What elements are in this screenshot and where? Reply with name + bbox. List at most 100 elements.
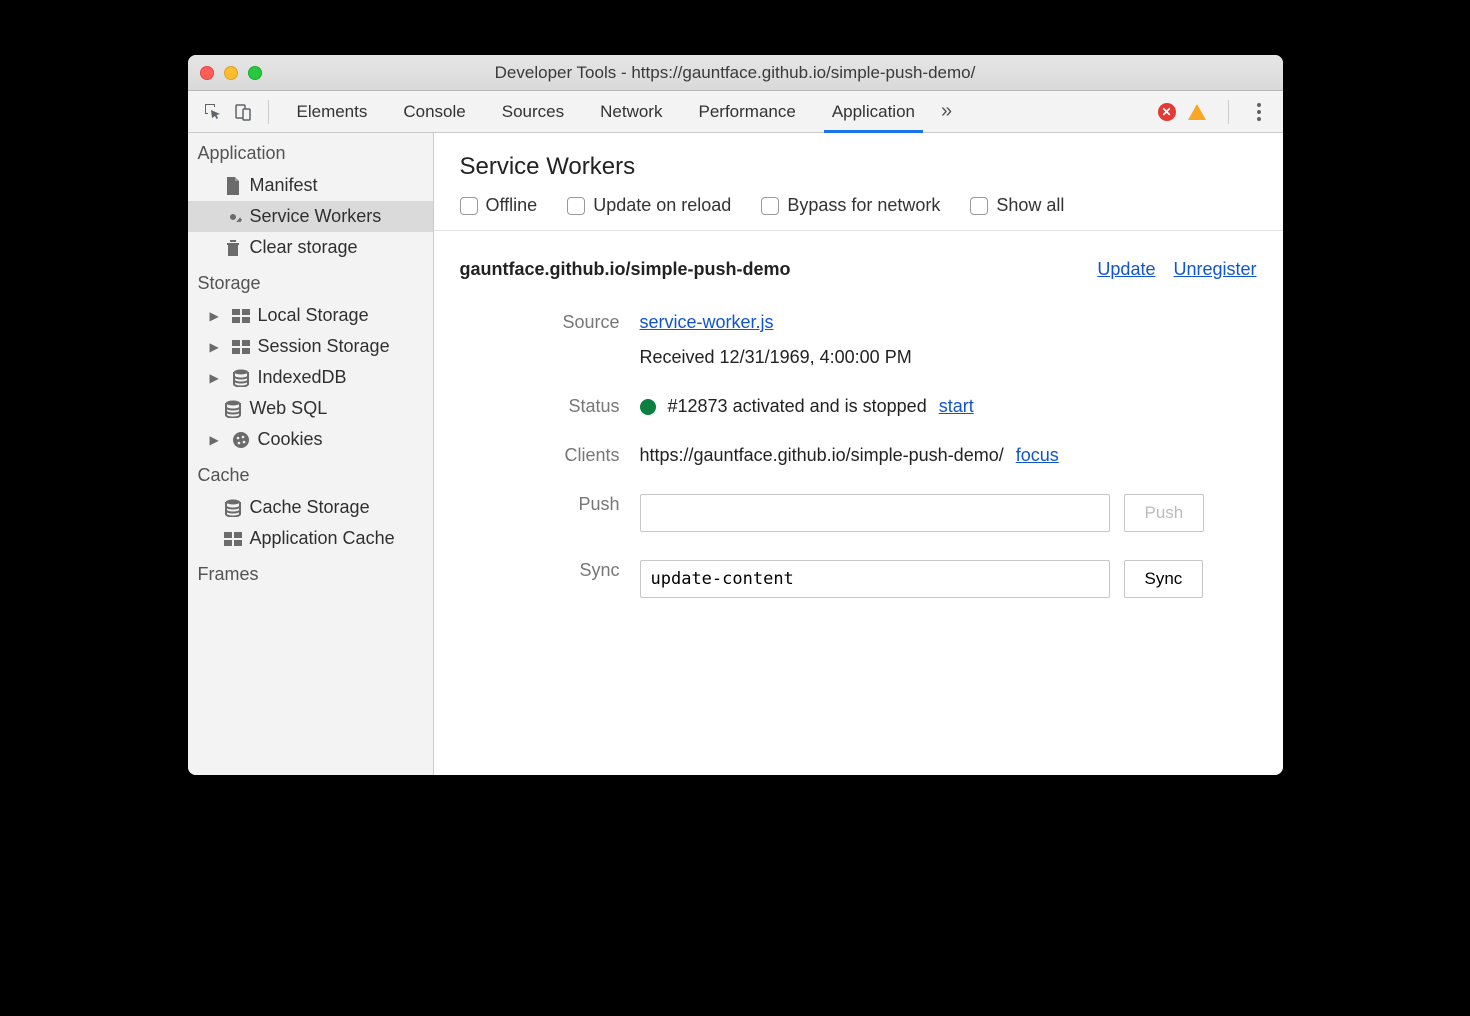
- tab-elements[interactable]: Elements: [279, 91, 386, 133]
- expand-icon[interactable]: ▶: [210, 309, 224, 323]
- database-icon: [232, 369, 250, 387]
- inspect-element-icon[interactable]: [198, 97, 228, 127]
- clients-label: Clients: [460, 445, 640, 466]
- source-link[interactable]: service-worker.js: [640, 312, 774, 333]
- panel-title: Service Workers: [460, 153, 1257, 181]
- status-label: Status: [460, 396, 640, 417]
- separator: [1228, 100, 1229, 124]
- expand-icon[interactable]: ▶: [210, 371, 224, 385]
- titlebar: Developer Tools - https://gauntface.gith…: [188, 55, 1283, 91]
- sidebar-item-label: Local Storage: [258, 305, 369, 326]
- sidebar-item-label: Web SQL: [250, 398, 328, 419]
- expand-icon[interactable]: ▶: [210, 433, 224, 447]
- sidebar-group-application: Application: [188, 133, 433, 170]
- sidebar-item-indexeddb[interactable]: ▶ IndexedDB: [188, 362, 433, 393]
- status-indicator-icon: [640, 399, 656, 415]
- sidebar-item-label: Service Workers: [250, 206, 382, 227]
- update-link[interactable]: Update: [1097, 259, 1155, 280]
- push-row: Push Push: [460, 480, 1257, 546]
- checkbox-input[interactable]: [567, 197, 585, 215]
- show-all-checkbox[interactable]: Show all: [970, 195, 1064, 216]
- sidebar-item-label: Application Cache: [250, 528, 395, 549]
- sidebar-item-service-workers[interactable]: Service Workers: [188, 201, 433, 232]
- sidebar-item-label: Session Storage: [258, 336, 390, 357]
- origin-row: gauntface.github.io/simple-push-demo Upd…: [434, 231, 1283, 288]
- origin-text: gauntface.github.io/simple-push-demo: [460, 259, 791, 280]
- error-indicator-icon[interactable]: ✕: [1158, 103, 1176, 121]
- sidebar-group-cache: Cache: [188, 455, 433, 492]
- sync-button[interactable]: Sync: [1124, 560, 1204, 598]
- push-button[interactable]: Push: [1124, 494, 1205, 532]
- sidebar-item-application-cache[interactable]: Application Cache: [188, 523, 433, 554]
- unregister-link[interactable]: Unregister: [1173, 259, 1256, 280]
- database-icon: [224, 400, 242, 418]
- start-link[interactable]: start: [939, 396, 974, 417]
- clients-row: Clients https://gauntface.github.io/simp…: [460, 431, 1257, 480]
- sidebar-item-cache-storage[interactable]: Cache Storage: [188, 492, 433, 523]
- sidebar-group-frames: Frames: [188, 554, 433, 591]
- main-panel: Service Workers Offline Update on reload…: [434, 133, 1283, 775]
- application-sidebar: Application Manifest Service Workers Cle…: [188, 133, 434, 775]
- grid-icon: [232, 338, 250, 356]
- checkbox-input[interactable]: [970, 197, 988, 215]
- options-row: Offline Update on reload Bypass for netw…: [460, 195, 1257, 216]
- offline-checkbox[interactable]: Offline: [460, 195, 538, 216]
- sync-input[interactable]: [640, 560, 1110, 598]
- status-row: Status #12873 activated and is stopped s…: [460, 382, 1257, 431]
- update-on-reload-checkbox[interactable]: Update on reload: [567, 195, 731, 216]
- grid-icon: [232, 307, 250, 325]
- bypass-for-network-checkbox[interactable]: Bypass for network: [761, 195, 940, 216]
- checkbox-input[interactable]: [460, 197, 478, 215]
- sidebar-item-label: Cookies: [258, 429, 323, 450]
- checkbox-label: Offline: [486, 195, 538, 216]
- settings-menu-icon[interactable]: [1251, 103, 1267, 121]
- devtools-window: Developer Tools - https://gauntface.gith…: [188, 55, 1283, 775]
- client-url: https://gauntface.github.io/simple-push-…: [640, 445, 1004, 466]
- sidebar-item-label: Manifest: [250, 175, 318, 196]
- checkbox-label: Update on reload: [593, 195, 731, 216]
- tab-network[interactable]: Network: [582, 91, 680, 133]
- tab-performance[interactable]: Performance: [680, 91, 813, 133]
- tab-console[interactable]: Console: [385, 91, 483, 133]
- toolbar-right: ✕: [1158, 100, 1273, 124]
- sidebar-item-label: Cache Storage: [250, 497, 370, 518]
- push-input[interactable]: [640, 494, 1110, 532]
- device-toggle-icon[interactable]: [228, 97, 258, 127]
- gear-icon: [224, 208, 242, 226]
- sidebar-item-label: IndexedDB: [258, 367, 347, 388]
- sync-label: Sync: [460, 560, 640, 581]
- sidebar-item-websql[interactable]: Web SQL: [188, 393, 433, 424]
- tab-application[interactable]: Application: [814, 91, 933, 133]
- push-label: Push: [460, 494, 640, 515]
- detail-grid: Source service-worker.js Received 12/31/…: [434, 288, 1283, 632]
- grid-icon: [224, 530, 242, 548]
- panel-tabs: Elements Console Sources Network Perform…: [279, 91, 1158, 133]
- window-title: Developer Tools - https://gauntface.gith…: [188, 63, 1283, 83]
- warning-indicator-icon[interactable]: [1188, 104, 1206, 120]
- database-icon: [224, 499, 242, 517]
- file-icon: [224, 177, 242, 195]
- checkbox-input[interactable]: [761, 197, 779, 215]
- cookie-icon: [232, 431, 250, 449]
- body: Application Manifest Service Workers Cle…: [188, 133, 1283, 775]
- tab-sources[interactable]: Sources: [484, 91, 582, 133]
- sync-row: Sync Sync: [460, 546, 1257, 612]
- expand-icon[interactable]: ▶: [210, 340, 224, 354]
- sidebar-item-session-storage[interactable]: ▶ Session Storage: [188, 331, 433, 362]
- trash-icon: [224, 239, 242, 257]
- status-text: #12873 activated and is stopped: [668, 396, 927, 417]
- devtools-toolbar: Elements Console Sources Network Perform…: [188, 91, 1283, 133]
- sidebar-item-label: Clear storage: [250, 237, 358, 258]
- origin-actions: Update Unregister: [1097, 259, 1256, 280]
- sidebar-item-local-storage[interactable]: ▶ Local Storage: [188, 300, 433, 331]
- sidebar-item-cookies[interactable]: ▶ Cookies: [188, 424, 433, 455]
- source-label: Source: [460, 312, 640, 333]
- checkbox-label: Bypass for network: [787, 195, 940, 216]
- sidebar-item-clear-storage[interactable]: Clear storage: [188, 232, 433, 263]
- sidebar-item-manifest[interactable]: Manifest: [188, 170, 433, 201]
- sidebar-group-storage: Storage: [188, 263, 433, 300]
- focus-link[interactable]: focus: [1016, 445, 1059, 466]
- tabs-overflow-icon[interactable]: »: [933, 100, 960, 123]
- received-text: Received 12/31/1969, 4:00:00 PM: [640, 347, 1257, 368]
- main-header: Service Workers Offline Update on reload…: [434, 133, 1283, 231]
